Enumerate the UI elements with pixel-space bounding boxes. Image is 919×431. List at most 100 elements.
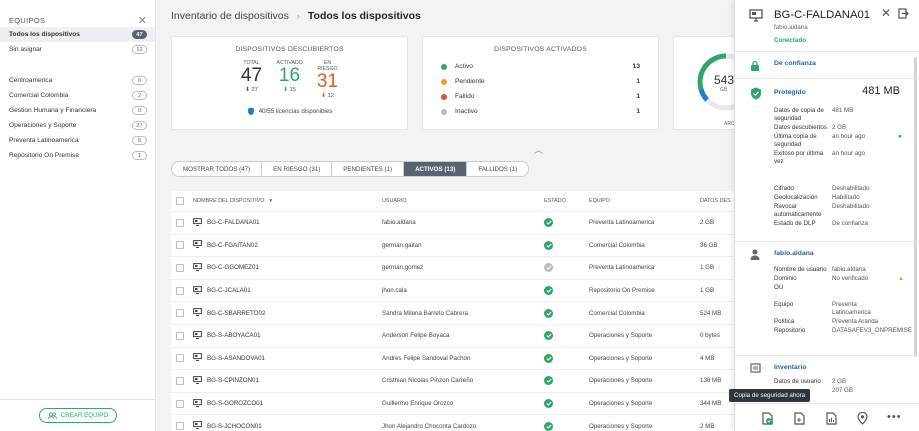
table-row[interactable]: BG-S-ABOYACA01 Anderson Felipe Boyaca Oper…	[171, 325, 737, 348]
stat-total[interactable]: TOTAL 47 ⬇ 27	[239, 60, 265, 99]
device-name[interactable]: BG-S-JCHOCON01	[207, 423, 262, 430]
detail-value[interactable]: Preventa Latinoamerica	[832, 301, 896, 317]
check-circle-icon	[544, 353, 553, 363]
user-cell: Guillermo Enrique Orozco	[382, 400, 454, 408]
create-team-label: CREAR EQUIPO	[60, 412, 109, 419]
sidebar-item[interactable]: Todos los dispositivos 47	[0, 27, 155, 42]
header-user[interactable]: USUARIO	[382, 198, 533, 204]
create-team-button[interactable]: CREAR EQUIPO	[39, 408, 117, 423]
detail-key: Datos descubiertos	[774, 124, 827, 131]
device-name[interactable]: BG-C-FALDANA01	[207, 219, 260, 226]
detail-value[interactable]: Preventa Aranda	[832, 318, 896, 326]
lock-icon	[751, 60, 759, 71]
stat-risk[interactable]: EN RIESGO 31 ⬇ 12	[315, 60, 341, 99]
status-label: Fallido	[455, 93, 475, 100]
header-team[interactable]: EQUIPO	[589, 198, 700, 204]
header-name[interactable]: NOMBRE DEL DISPOSITIVO ▾	[193, 198, 382, 204]
row-checkbox[interactable]	[176, 399, 184, 408]
download-icon: ⬇	[245, 87, 250, 93]
stat-total-value: 47	[240, 65, 263, 86]
team-cell: Operaciones y Soporte	[589, 377, 653, 385]
exit-icon[interactable]	[898, 8, 909, 19]
device-name[interactable]: BG-C-SBARRETO02	[207, 310, 265, 317]
breadcrumb-parent[interactable]: Inventario de dispositivos	[171, 10, 289, 22]
filter-tab[interactable]: FALLIDOS (1)	[467, 162, 528, 176]
activation-status-row[interactable]: Pendiente 1	[423, 74, 658, 89]
device-name[interactable]: BG-S-ASANDOVA01	[207, 355, 265, 362]
activation-status-row[interactable]: Inactivo 1	[423, 104, 658, 119]
table-row[interactable]: BG-S-CPINZON01 Cristhian Nicolas Pinzon C…	[171, 370, 737, 393]
sidebar-team-item[interactable]: Comercial Colombia 2	[0, 88, 155, 103]
filter-tab[interactable]: PENDIENTES (1)	[332, 162, 405, 176]
device-name[interactable]: BG-C-FGAITAN02	[207, 242, 258, 249]
activation-status-row[interactable]: Fallido 1	[423, 89, 658, 104]
filter-tab[interactable]: MOSTRAR TODOS (47)	[172, 162, 263, 176]
user-cell: fabio.aldana	[382, 219, 416, 227]
detail-key: Exitoso por última vez	[774, 150, 824, 165]
table-row[interactable]: BG-S-GOROZCO01 Guillermo Enrique Orozco Op…	[171, 393, 737, 416]
row-checkbox[interactable]	[176, 422, 184, 431]
device-name[interactable]: BG-S-ABOYACA01	[207, 332, 261, 339]
row-checkbox[interactable]	[176, 218, 184, 227]
activation-status-row[interactable]: Activo 13	[423, 59, 658, 74]
sidebar-item-label: Gestion Humana y Financiera	[9, 107, 97, 114]
stat-active[interactable]: ACTIVADO 16 ⬇ 15	[277, 60, 303, 99]
table-row[interactable]: BG-C-JCALA01 jhon.cala Repositorio On Prem…	[171, 280, 737, 303]
sidebar-team-item[interactable]: Repositorio On Premise 1	[0, 148, 155, 163]
sidebar-team-item[interactable]: Preventa Latinoamerica 5	[0, 133, 155, 148]
detail-value[interactable]: DATASAFEV3_ONPREMISE	[832, 327, 912, 335]
detail-key: OU	[774, 284, 784, 291]
device-name[interactable]: BG-C-JCALA01	[207, 287, 251, 294]
table-row[interactable]: BG-C-SBARRETO02 Sandra Milena Barreto Cab…	[171, 302, 737, 325]
chevron-up-icon[interactable]: ︿	[534, 143, 543, 156]
device-name-cell: BG-S-GOROZCO01	[193, 398, 382, 409]
filter-tab[interactable]: ACTIVOS (13)	[404, 162, 468, 176]
table-row[interactable]: BG-C-FALDANA01 fabio.aldana Preventa Latin…	[171, 212, 737, 235]
row-checkbox[interactable]	[176, 309, 184, 318]
select-all-checkbox[interactable]	[176, 197, 184, 205]
table-row[interactable]: BG-S-JCHOCON01 Jhon Alejandro Choconta Ca…	[171, 415, 737, 431]
monitor-icon	[193, 263, 202, 273]
status-dot-icon	[441, 63, 447, 70]
state-cell	[533, 421, 589, 431]
table-row[interactable]: BG-S-ASANDOVA01 Andres Felipe Sandoval Pa…	[171, 348, 737, 371]
device-name[interactable]: BG-S-CPINZON01	[207, 377, 259, 384]
sidebar-team-item[interactable]: Centroamerica 0	[0, 73, 155, 88]
user-cell: Anderson Felipe Boyaca	[382, 332, 450, 340]
sidebar-title: EQUIPOS	[9, 15, 46, 25]
detail-row: Datos de copia de seguridad 481 MB	[774, 107, 896, 123]
location-icon[interactable]	[857, 412, 868, 425]
more-icon[interactable]: •••	[887, 411, 902, 423]
row-checkbox[interactable]	[176, 263, 184, 272]
filter-tabs: MOSTRAR TODOS (47) EN RIESGO (31) PENDIENT…	[171, 161, 530, 177]
storage-value: 543	[714, 73, 735, 87]
protection-section: Protegido 481 MB Datos de copia de segur…	[735, 79, 919, 242]
filter-tab[interactable]: EN RIESGO (31)	[262, 162, 333, 176]
backup-now-icon[interactable]	[761, 412, 773, 425]
sidebar-team-item[interactable]: Operaciones y Soporte 27	[0, 118, 155, 133]
monitor-icon	[193, 398, 202, 409]
row-checkbox[interactable]	[176, 354, 184, 363]
report-icon[interactable]	[825, 412, 837, 425]
close-icon[interactable]: ✕	[881, 6, 891, 20]
row-checkbox[interactable]	[176, 376, 184, 385]
close-icon[interactable]: ✕	[138, 14, 147, 27]
detail-row: Nombre de usuario fabio.aldana	[774, 266, 896, 274]
sidebar-team-item[interactable]: Gestion Humana y Financiera 0	[0, 103, 155, 118]
device-name[interactable]: BG-C-GGOMEZ01	[207, 264, 259, 271]
device-name-cell: BG-S-ASANDOVA01	[193, 353, 382, 363]
sidebar-item-label: Todos los dispositivos	[9, 31, 80, 38]
header-state[interactable]: ESTADO	[533, 198, 589, 204]
restore-file-icon[interactable]	[793, 412, 805, 425]
row-checkbox[interactable]	[176, 331, 184, 340]
table-row[interactable]: BG-C-FGAITAN02 german.gaitan Comercial Col…	[171, 235, 737, 258]
download-icon: ⬇	[321, 93, 326, 99]
row-checkbox[interactable]	[176, 241, 184, 250]
detail-key: Política	[774, 318, 795, 325]
sidebar-item[interactable]: Sin asignar 12	[0, 42, 155, 57]
detail-value: 2 GB	[832, 124, 847, 131]
header-data[interactable]: DATOS DES	[700, 198, 737, 204]
device-name[interactable]: BG-S-GOROZCO01	[207, 400, 263, 407]
table-row[interactable]: BG-C-GGOMEZ01 german.gomez Preventa Latino…	[171, 257, 737, 280]
row-checkbox[interactable]	[176, 286, 184, 295]
